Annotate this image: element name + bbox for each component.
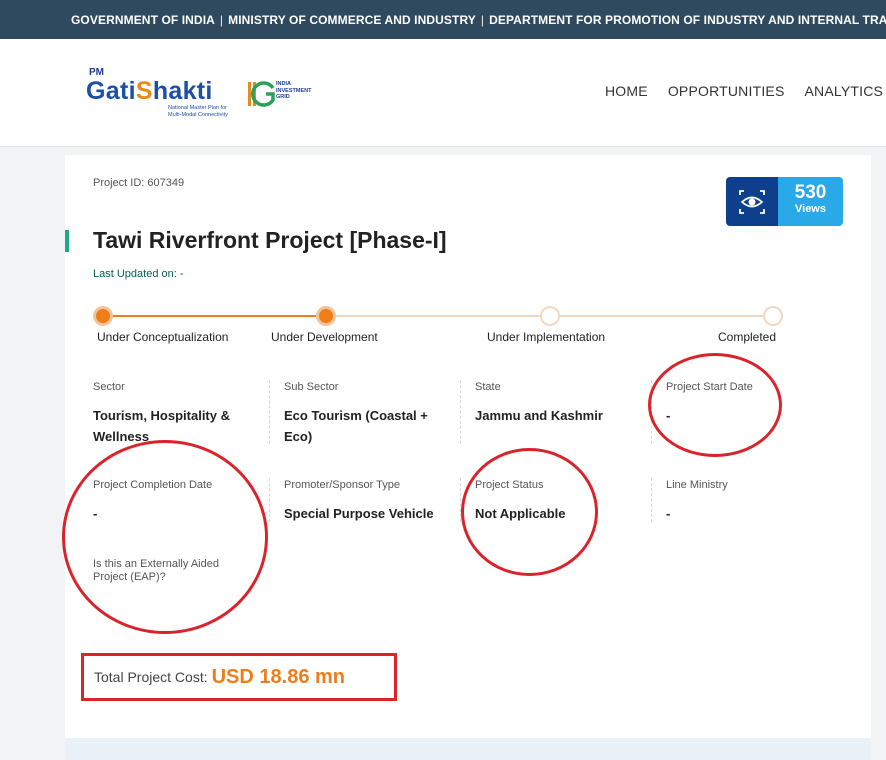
nav-opportunities[interactable]: OPPORTUNITIES xyxy=(668,83,785,99)
field-divider xyxy=(269,380,270,444)
government-top-bar: GOVERNMENT OF INDIA | MINISTRY OF COMMERCE… xyxy=(0,0,886,39)
nav-analytics[interactable]: ANALYTICS xyxy=(805,83,884,99)
iig-mark-icon xyxy=(248,81,275,107)
field-divider xyxy=(269,478,270,522)
stage-label-under-development: Under Development xyxy=(271,330,378,344)
field-label: Sector xyxy=(93,381,125,393)
stage-label-under-conceptualization: Under Conceptualization xyxy=(97,330,229,344)
gov-separator: | xyxy=(219,12,224,27)
field-label: Promoter/Sponsor Type xyxy=(284,479,400,491)
project-title: Tawi Riverfront Project [Phase-I] xyxy=(93,227,447,253)
gov-label: GOVERNMENT OF INDIA xyxy=(71,12,215,27)
cost-label: Total Project Cost: xyxy=(94,669,208,685)
views-count: 530 xyxy=(794,182,827,203)
title-accent-bar xyxy=(65,230,69,252)
field-value: Eco Tourism (Coastal + Eco) xyxy=(284,408,428,444)
field-value: Tourism, Hospitality & Wellness xyxy=(93,408,230,444)
field-project-start-date: Project Start Date - xyxy=(666,381,816,426)
field-label: Project Status xyxy=(475,479,544,491)
field-value: Jammu and Kashmir xyxy=(475,408,603,423)
field-project-completion-date: Project Completion Date - xyxy=(93,479,263,524)
logo-name: GatiShakti xyxy=(86,77,213,106)
progress-track-fill xyxy=(103,315,327,317)
stage-label-under-implementation: Under Implementation xyxy=(487,330,606,344)
stage-dot-under-implementation xyxy=(540,306,560,326)
total-project-cost: Total Project Cost: USD 18.86 mn xyxy=(81,653,397,701)
field-eap-label: Is this an Externally Aided Project (EAP… xyxy=(93,558,219,583)
field-label: State xyxy=(475,381,501,393)
india-investment-grid-logo[interactable]: INDIA INVESTMENT GRID xyxy=(247,80,313,110)
field-label: Project Start Date xyxy=(666,381,753,393)
field-state: State Jammu and Kashmir xyxy=(475,381,645,426)
gov-separator: | xyxy=(480,12,485,27)
gatishakti-logo[interactable]: PM GatiShakti National Master Plan for M… xyxy=(86,67,236,123)
stage-dot-under-development xyxy=(316,306,336,326)
views-info: 530 Views xyxy=(778,177,843,226)
field-divider xyxy=(460,380,461,444)
field-label: Line Ministry xyxy=(666,479,728,491)
field-value: - xyxy=(666,506,671,521)
gov-bar-text: GOVERNMENT OF INDIA | MINISTRY OF COMMERCE… xyxy=(71,13,886,27)
dept-label: DEPARTMENT FOR PROMOTION OF INDUSTRY AND… xyxy=(489,12,886,27)
field-value: - xyxy=(93,506,98,521)
project-id: Project ID: 607349 xyxy=(93,177,185,189)
field-value: Special Purpose Vehicle xyxy=(284,506,434,521)
field-promoter-sponsor-type: Promoter/Sponsor Type Special Purpose Ve… xyxy=(284,479,454,524)
field-divider xyxy=(651,478,652,522)
field-project-status: Project Status Not Applicable xyxy=(475,479,645,524)
field-sector: Sector Tourism, Hospitality & Wellness xyxy=(93,381,253,447)
last-updated: Last Updated on: - xyxy=(93,268,184,280)
nav-home[interactable]: HOME xyxy=(605,83,648,99)
field-sub-sector: Sub Sector Eco Tourism (Coastal + Eco) xyxy=(284,381,444,447)
logo-name-part1: Gati xyxy=(86,77,136,105)
logo-name-part3: hakti xyxy=(152,77,213,105)
site-header: PM GatiShakti National Master Plan for M… xyxy=(0,39,886,147)
field-label: Project Completion Date xyxy=(93,479,213,491)
field-divider xyxy=(651,380,652,444)
ministry-label: MINISTRY OF COMMERCE AND INDUSTRY xyxy=(228,12,476,27)
views-label: Views xyxy=(795,203,826,215)
cost-value: USD 18.86 mn xyxy=(211,665,345,688)
stage-label-completed: Completed xyxy=(718,330,777,344)
next-section-strip xyxy=(65,738,871,760)
field-value: - xyxy=(666,408,671,423)
field-divider xyxy=(460,478,461,522)
project-details-card: Project ID: 607349 530 Views Tawi Riverf… xyxy=(65,155,871,738)
views-badge: 530 Views xyxy=(726,177,843,226)
logo-name-part2: S xyxy=(135,77,153,105)
field-label: Sub Sector xyxy=(284,381,339,393)
iig-text: INDIA INVESTMENT GRID xyxy=(276,81,312,100)
field-line-ministry: Line Ministry - xyxy=(666,479,816,524)
field-value: Not Applicable xyxy=(475,506,566,521)
logo-tagline: National Master Plan for Multi-Modal Con… xyxy=(168,105,228,118)
eye-icon xyxy=(726,177,778,226)
stage-dot-completed xyxy=(763,306,783,326)
stage-dot-under-conceptualization xyxy=(93,306,113,326)
main-nav: HOME OPPORTUNITIES ANALYTICS F xyxy=(605,83,886,99)
